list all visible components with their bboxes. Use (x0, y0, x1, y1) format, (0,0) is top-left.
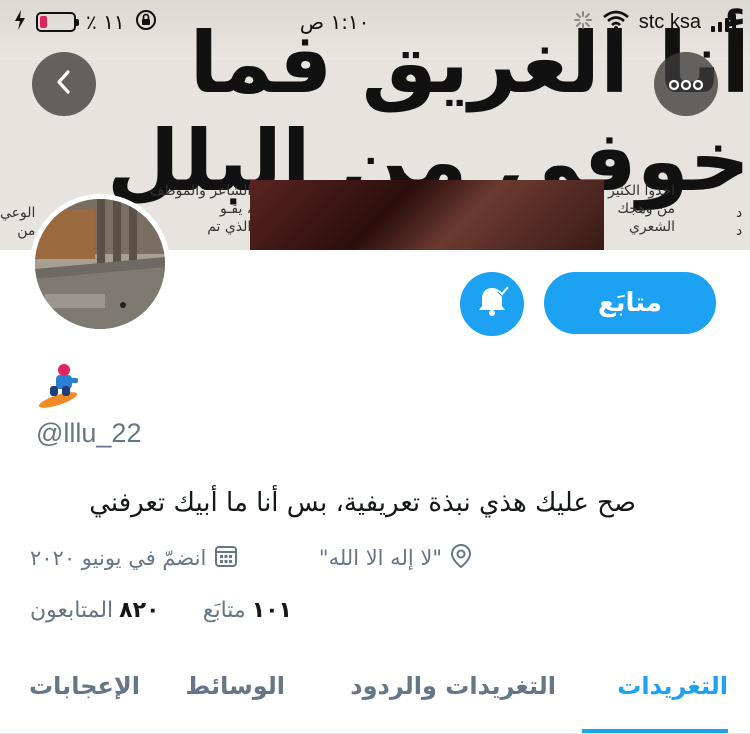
charging-icon (14, 9, 26, 35)
notifications-button[interactable] (460, 272, 524, 336)
profile-meta: انضمّ في يونيو ٢٠٢٠ "لا إله الا الله" (30, 540, 472, 576)
battery-level (40, 16, 48, 28)
joined-text: انضمّ في يونيو ٢٠٢٠ (30, 546, 207, 570)
banner-column-b: اخذوا الكثير من وهجك الشعري (608, 183, 676, 235)
orientation-lock-icon (135, 9, 157, 36)
banner-column-d: دد (736, 205, 743, 239)
tab-media[interactable]: الوسائط (185, 672, 285, 700)
joined-date: انضمّ في يونيو ٢٠٢٠ (30, 544, 238, 573)
profile-bio: صح عليك هذي نبذة تعريفية، بس أنا ما أبيك… (89, 488, 636, 518)
avatar[interactable] (30, 194, 170, 334)
bell-icon (472, 282, 512, 326)
wifi-icon (602, 10, 629, 35)
profile-handle: @lllu_22 (36, 418, 142, 448)
tab-tweets[interactable]: التغريدات (617, 672, 728, 700)
banner-headline: أنا الغريق فما خوفي من البلل (106, 14, 750, 210)
location: "لا إله الا الله" (319, 543, 472, 574)
battery-percent: ١١ ٪ (86, 10, 125, 34)
status-right: stc ksa (573, 10, 736, 35)
display-name-snowboarder-icon (36, 362, 82, 408)
status-time: ١:١٠ ص (299, 10, 370, 34)
tab-likes[interactable]: الإعجابات (29, 672, 140, 700)
location-pin-icon (450, 543, 472, 574)
back-arrow-icon (54, 68, 74, 100)
carrier-label: stc ksa (638, 10, 701, 33)
calendar-icon (214, 544, 238, 573)
status-left: ١١ ٪ (14, 9, 157, 36)
battery-icon (36, 12, 79, 32)
active-tab-indicator (582, 729, 728, 733)
banner-column-c: الوعي من (0, 205, 36, 239)
follow-counts: ١٠١متابَع ٨٢٠المتابعون (30, 598, 292, 623)
followers-count[interactable]: ٨٢٠المتابعون (30, 598, 159, 623)
status-bar: ١١ ٪ ١:١٠ ص stc ksa (0, 0, 750, 44)
back-button[interactable] (32, 52, 96, 116)
banner-column-a: الشاعر والموظف ، يقـو الذي تم (150, 183, 252, 235)
loading-icon (573, 10, 593, 35)
more-button[interactable] (654, 52, 718, 116)
following-button[interactable]: متابَع (544, 272, 716, 334)
avatar-image (35, 199, 165, 329)
following-count[interactable]: ١٠١متابَع (203, 598, 292, 623)
signal-icon (710, 12, 736, 32)
more-icon (668, 75, 704, 94)
tab-tweets-replies[interactable]: التغريدات والردود (350, 672, 556, 700)
location-text: "لا إله الا الله" (318, 546, 442, 570)
profile-tabs: التغريدات التغريدات والردود الوسائط الإع… (0, 662, 750, 734)
banner-photo (250, 180, 604, 250)
